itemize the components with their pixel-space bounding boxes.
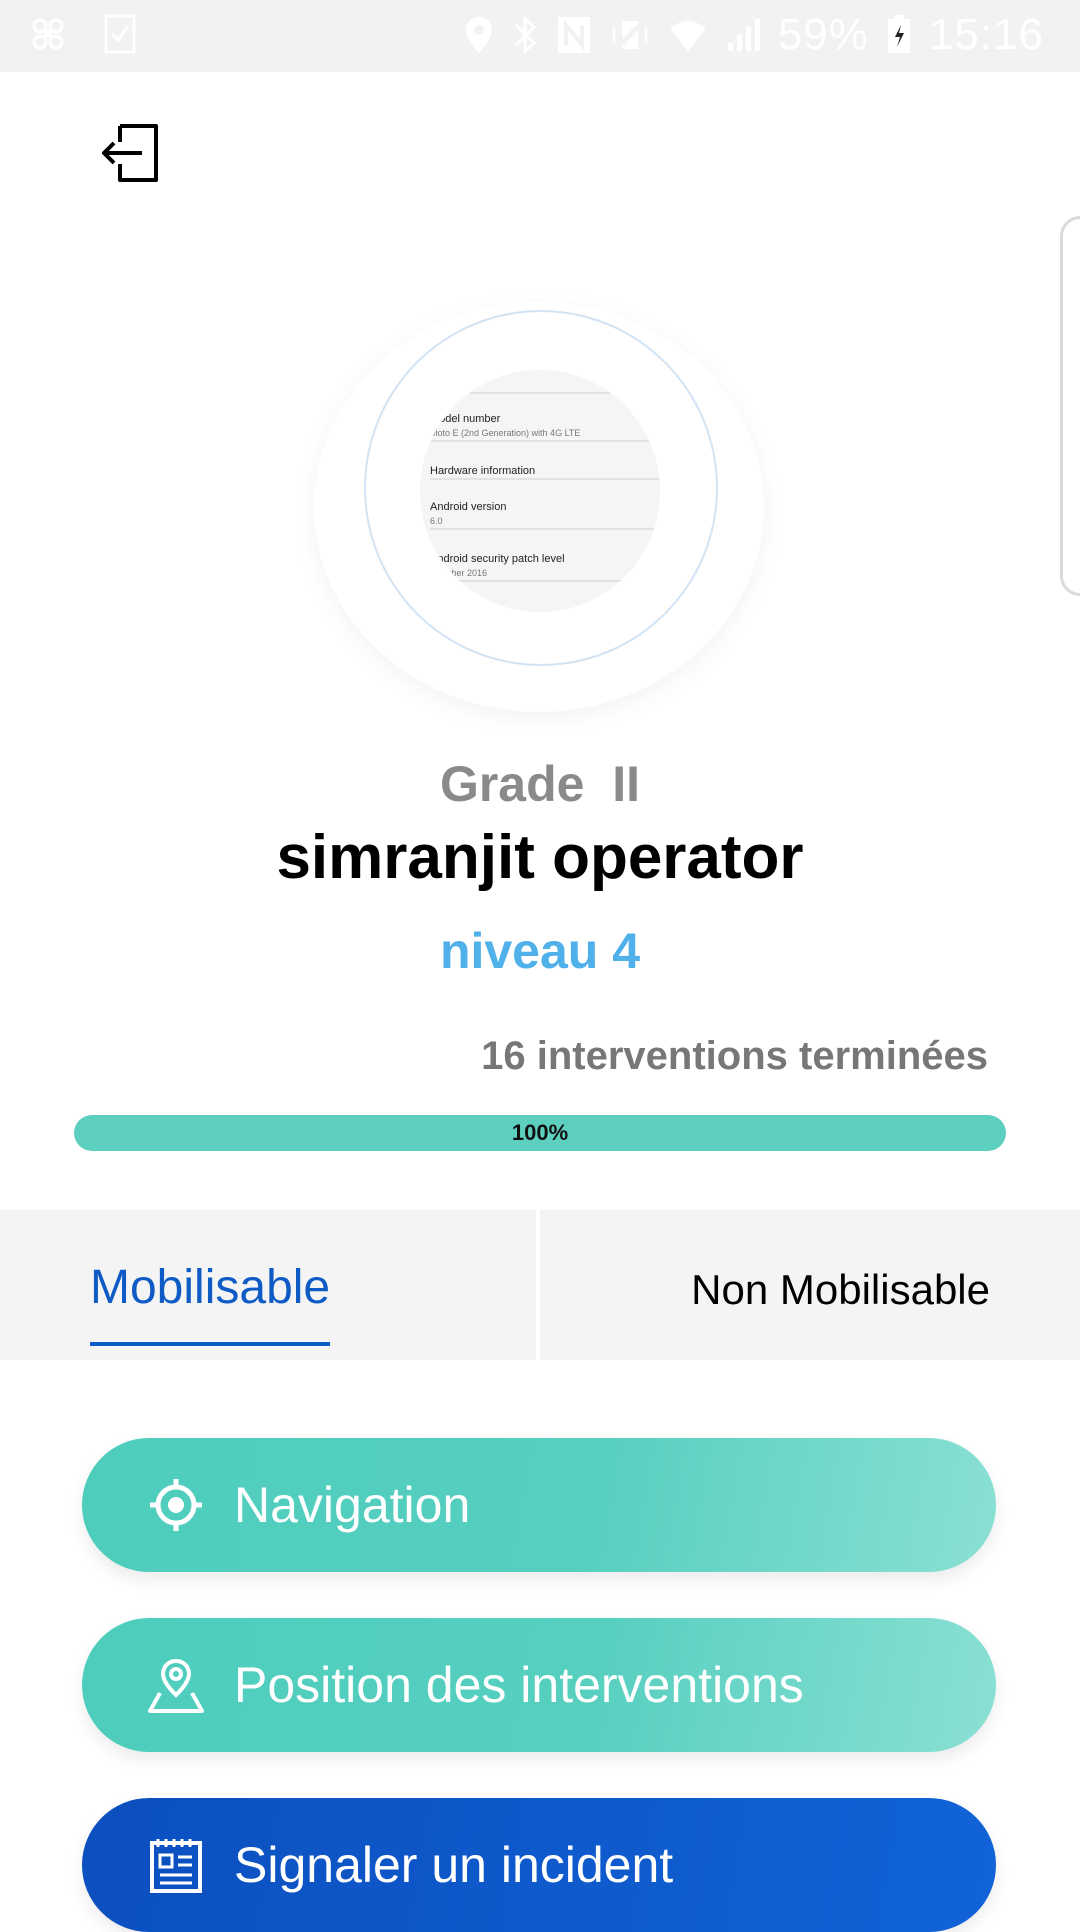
report-document-icon [150, 1839, 202, 1893]
tab-non-mobilisable[interactable]: Non Mobilisable [691, 1266, 990, 1314]
avatar[interactable]: …rmation Model number Moto E (2nd Generat… [420, 370, 660, 612]
photo-row: Android version 6.0 [430, 500, 660, 530]
active-tab-indicator [90, 1342, 330, 1346]
photo-row: Hardware information [430, 464, 660, 480]
crosshair-icon [150, 1479, 202, 1531]
progress-label: 100% [511, 1120, 569, 1145]
mobility-tabs: Mobilisable Non Mobilisable [0, 1210, 1080, 1360]
grade-label: Grade II [439, 756, 641, 812]
report-incident-button[interactable]: Signaler un incident [82, 1798, 996, 1932]
edge-panel-handle[interactable] [1060, 216, 1080, 596]
user-name: simranjit operator [276, 823, 804, 892]
report-incident-label: Signaler un incident [234, 1837, 674, 1893]
photo-row: Model number Moto E (2nd Generation) with… [430, 412, 660, 442]
location-icon [464, 15, 494, 55]
tab-divider [536, 1210, 540, 1360]
logout-icon [102, 124, 158, 182]
progress-bar: 100% [74, 1115, 1006, 1151]
signal-icon [726, 17, 760, 53]
tab-mobilisable[interactable]: Mobilisable [90, 1260, 330, 1315]
photo-row: Android security patch level …ember 2016 [430, 552, 660, 582]
intervention-positions-button[interactable]: Position des interventions [82, 1618, 996, 1752]
intervention-positions-label: Position des interventions [234, 1657, 804, 1713]
photo-row: …rmation [430, 378, 660, 394]
task-check-icon [104, 14, 136, 54]
battery-charging-icon [887, 15, 911, 55]
map-pin-icon [148, 1658, 204, 1713]
level-label: niveau 4 [439, 923, 641, 979]
nfc-icon [556, 15, 592, 55]
logout-button[interactable] [98, 118, 168, 188]
navigation-button[interactable]: Navigation [82, 1438, 996, 1572]
status-bar: 59% 15:16 [0, 0, 1080, 72]
wifi-icon [668, 17, 708, 53]
battery-percent: 59% [777, 10, 869, 59]
clock: 15:16 [928, 10, 1044, 59]
navigation-label: Navigation [234, 1477, 471, 1533]
fan-icon [28, 14, 68, 54]
mute-vibrate-icon [610, 15, 650, 55]
interventions-count: 16 interventions terminées [481, 1034, 988, 1078]
bluetooth-icon [512, 15, 538, 55]
